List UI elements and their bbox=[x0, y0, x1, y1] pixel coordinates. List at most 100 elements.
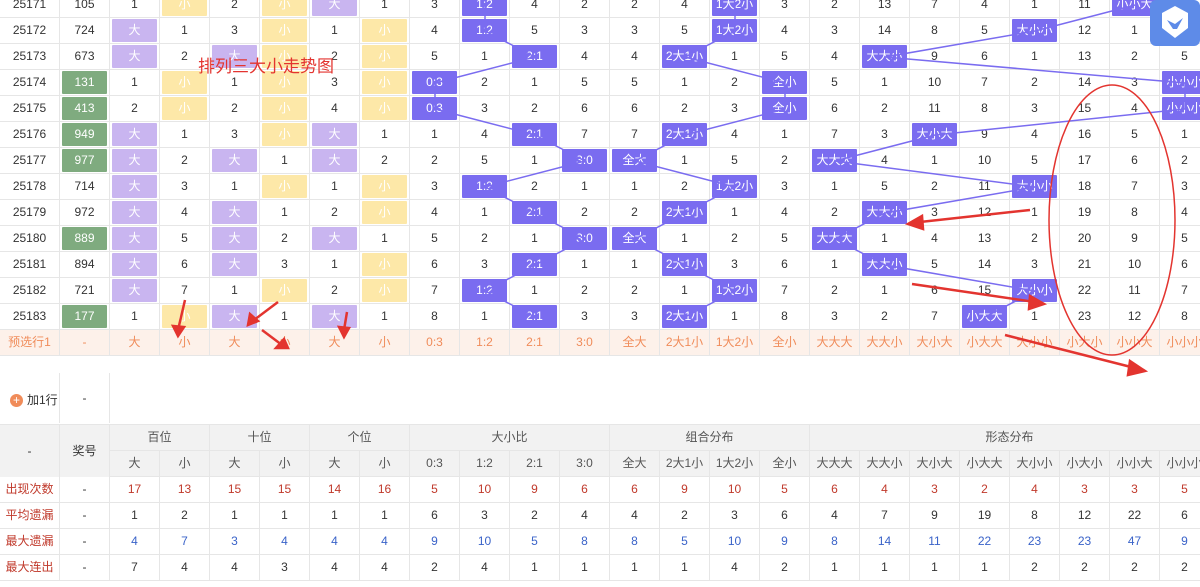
award-number: 105 bbox=[60, 0, 110, 17]
stat-value: 2 bbox=[160, 503, 210, 528]
combo-cell: 全大 bbox=[610, 226, 660, 251]
ratio-cell: 2 bbox=[510, 174, 560, 199]
shape-cell: 2 bbox=[1110, 44, 1160, 69]
issue-number: 25176 bbox=[0, 122, 60, 147]
preselect-row[interactable]: 预选行1- 大小大小大小 0:3 1:2 2:1 3:0 全大 2大1小 1大2小 全小 大大大 大大… bbox=[0, 330, 1200, 356]
shape-cell: 14 bbox=[860, 18, 910, 43]
stat-value: 12 bbox=[1060, 503, 1110, 528]
pos-big-cell: 1 bbox=[310, 174, 360, 199]
stat-label: 最大连出 bbox=[0, 555, 60, 580]
stat-value: 1 bbox=[810, 555, 860, 580]
stat-value: 2 bbox=[1060, 555, 1110, 580]
preselect-cell: 大大小 bbox=[860, 330, 910, 355]
sub-header: 1大2小 bbox=[710, 451, 760, 476]
stat-value: 47 bbox=[1110, 529, 1160, 554]
shape-cell-highlight: 大大小 bbox=[862, 45, 907, 68]
award-number: 889 bbox=[60, 226, 110, 251]
shape-cell: 大大大 bbox=[810, 148, 860, 173]
shape-cell: 5 bbox=[1010, 148, 1060, 173]
preselect-cell: 2大1小 bbox=[660, 330, 710, 355]
pos-small-cell: 5 bbox=[160, 226, 210, 251]
combo-cell-highlight: 2大1小 bbox=[662, 305, 707, 328]
ratio-cell: 1 bbox=[510, 278, 560, 303]
stat-value: 9 bbox=[660, 477, 710, 502]
ratio-cell-highlight: 2:1 bbox=[512, 253, 557, 276]
shape-cell: 3 bbox=[810, 18, 860, 43]
pos-big-cell: 大 bbox=[110, 200, 160, 225]
issue-number: 25177 bbox=[0, 148, 60, 173]
combo-cell: 2 bbox=[710, 70, 760, 95]
combo-cell: 5 bbox=[760, 226, 810, 251]
pos-big-cell: 大 bbox=[210, 200, 260, 225]
ratio-cell: 2 bbox=[560, 0, 610, 17]
pos-small-cell: 1 bbox=[260, 304, 310, 329]
table-row: 25177 977 大 2 大 1 大 2 2 5 1 3:0 全大 1 5 2 大大大 4 1 10 5 17 6 2 bbox=[0, 148, 1200, 174]
combo-cell-highlight: 全大 bbox=[612, 149, 657, 172]
pos-small-cell: 小 bbox=[360, 200, 410, 225]
stat-value: 2 bbox=[960, 477, 1010, 502]
combo-cell: 3 bbox=[610, 18, 660, 43]
stat-value: 15 bbox=[210, 477, 260, 502]
pos-small-cell: 小 bbox=[260, 122, 310, 147]
combo-cell: 全小 bbox=[760, 96, 810, 121]
preselect-cell: 1:2 bbox=[460, 330, 510, 355]
pos-small-cell: 1 bbox=[260, 148, 310, 173]
stat-dash: - bbox=[60, 477, 110, 502]
combo-cell: 1 bbox=[660, 226, 710, 251]
preselect-cell: 2:1 bbox=[510, 330, 560, 355]
shape-cell: 1 bbox=[1010, 200, 1060, 225]
stat-value: 1 bbox=[260, 503, 310, 528]
pos-big-cell: 大 bbox=[110, 148, 160, 173]
shape-cell: 8 bbox=[910, 18, 960, 43]
ratio-cell-highlight: 3:0 bbox=[562, 149, 607, 172]
pos-big-cell: 1 bbox=[310, 252, 360, 277]
stat-label: 平均遗漏 bbox=[0, 503, 60, 528]
pos-big-cell: 2 bbox=[310, 200, 360, 225]
stat-value: 1 bbox=[510, 555, 560, 580]
shape-cell: 2 bbox=[1010, 70, 1060, 95]
pos-small-cell: 小 bbox=[360, 70, 410, 95]
pos-big-cell: 大 bbox=[110, 252, 160, 277]
pos-small-cell: 6 bbox=[160, 252, 210, 277]
shape-cell: 5 bbox=[1160, 226, 1200, 251]
stat-value: 22 bbox=[960, 529, 1010, 554]
preselect-cell: 0:3 bbox=[410, 330, 460, 355]
shape-cell: 2 bbox=[860, 96, 910, 121]
stat-value: 7 bbox=[110, 555, 160, 580]
ratio-cell-highlight: 1:2 bbox=[462, 175, 507, 198]
ratio-cell-highlight: 2:1 bbox=[512, 123, 557, 146]
ratio-cell: 1 bbox=[410, 122, 460, 147]
stat-value: 11 bbox=[910, 529, 960, 554]
award-number: 714 bbox=[60, 174, 110, 199]
preselect-label: 预选行1 bbox=[0, 330, 60, 355]
award-number: 972 bbox=[60, 200, 110, 225]
award-number-highlight: 949 bbox=[62, 123, 107, 146]
shape-cell-highlight: 大小大 bbox=[912, 123, 957, 146]
combo-cell: 8 bbox=[760, 304, 810, 329]
pos-small-cell-highlight: 小 bbox=[362, 201, 407, 224]
stat-value: 1 bbox=[610, 555, 660, 580]
add-row-button[interactable]: + 加1行 bbox=[10, 391, 58, 408]
combo-cell: 7 bbox=[760, 278, 810, 303]
ratio-cell: 1 bbox=[560, 174, 610, 199]
bird-logo-icon[interactable] bbox=[1150, 0, 1200, 46]
shape-cell: 11 bbox=[1110, 278, 1160, 303]
ratio-cell: 2:1 bbox=[510, 304, 560, 329]
pos-big-cell: 1 bbox=[110, 70, 160, 95]
combo-cell: 5 bbox=[760, 44, 810, 69]
pos-small-cell: 小 bbox=[260, 278, 310, 303]
shape-cell: 2 bbox=[810, 0, 860, 17]
combo-cell: 2 bbox=[610, 200, 660, 225]
shape-cell: 20 bbox=[1060, 226, 1110, 251]
shape-cell: 3 bbox=[810, 304, 860, 329]
pos-small-cell: 3 bbox=[260, 252, 310, 277]
pos-small-cell: 小 bbox=[360, 174, 410, 199]
stat-value: 2 bbox=[1110, 555, 1160, 580]
table-row: 251711051小2小大131:242241大2小321374111小小大1 bbox=[0, 0, 1200, 18]
stat-value: 3 bbox=[460, 503, 510, 528]
shape-cell-highlight: 大大小 bbox=[862, 253, 907, 276]
sub-header: 大 bbox=[210, 451, 260, 476]
combo-cell-highlight: 1大2小 bbox=[712, 279, 757, 302]
stat-value: 2 bbox=[1160, 555, 1200, 580]
pos-small-cell: 小 bbox=[260, 18, 310, 43]
